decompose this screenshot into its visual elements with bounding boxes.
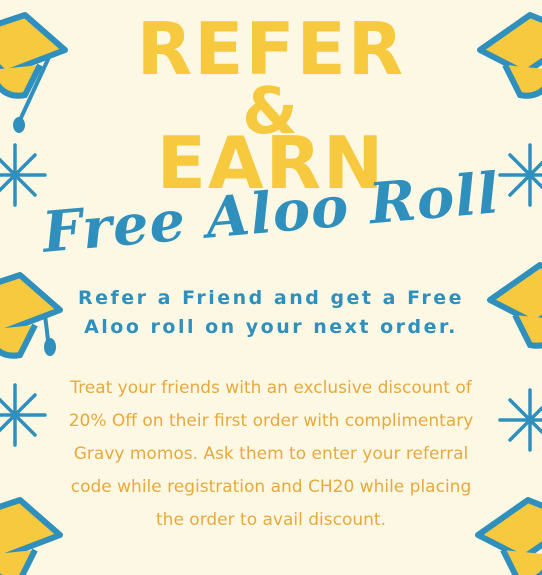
body-text: Treat your friends with an exclusive dis…	[68, 378, 474, 530]
sparkle-icon	[0, 383, 47, 447]
headline: Refer a Friend and get a Free Aloo roll …	[78, 287, 464, 338]
graduation-cap-icon	[487, 262, 542, 349]
graduation-cap-icon	[0, 272, 63, 359]
graduation-cap-icon	[0, 497, 63, 575]
graduation-cap-icon	[475, 497, 542, 575]
sparkle-icon	[498, 388, 542, 452]
